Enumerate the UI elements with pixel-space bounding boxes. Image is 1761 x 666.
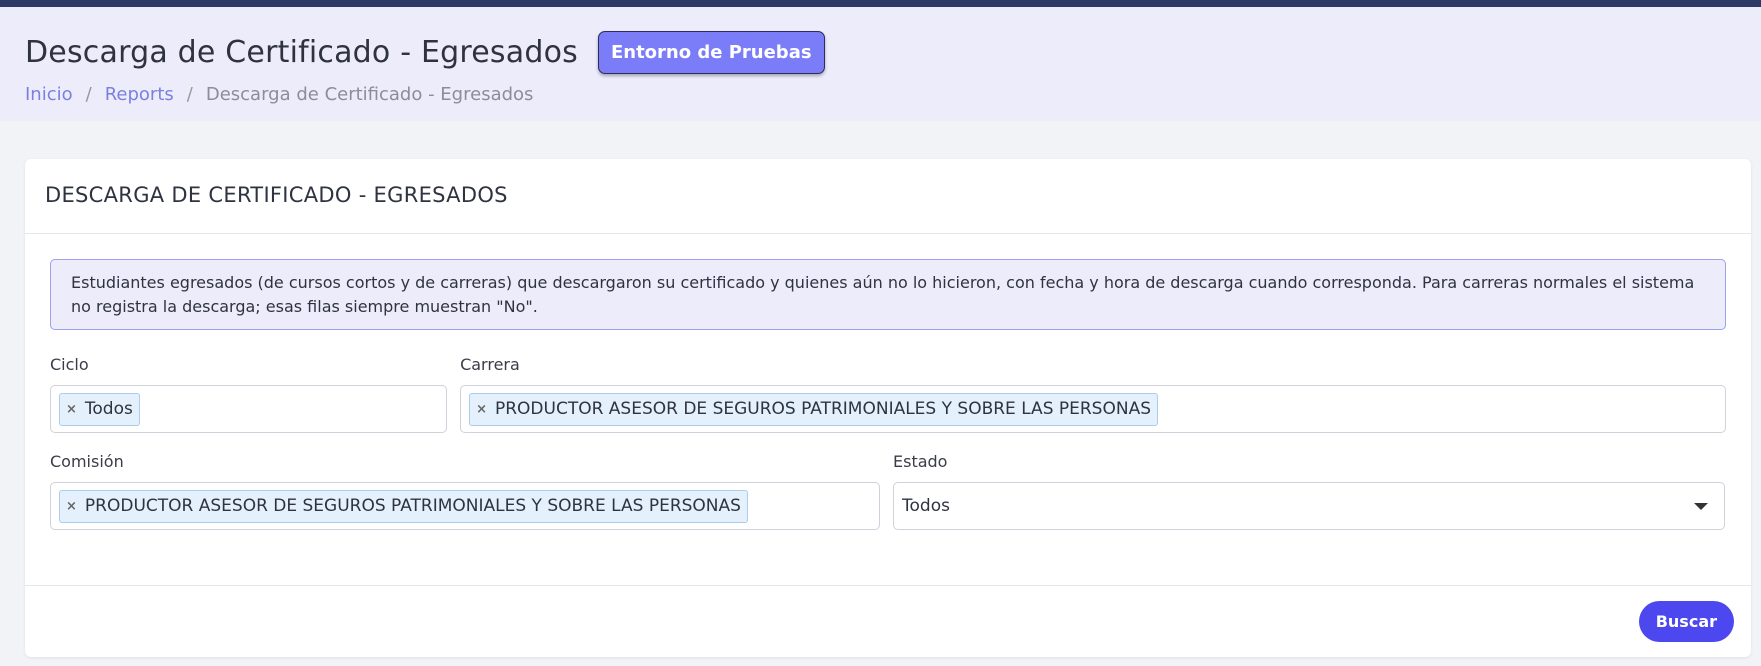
breadcrumb-separator: /: [186, 84, 193, 105]
breadcrumb-current: Descarga de Certificado - Egresados: [205, 84, 534, 105]
estado-selected-value: Todos: [902, 496, 950, 516]
page-header: Descarga de Certificado - Egresados Ento…: [0, 7, 1761, 121]
info-alert: Estudiantes egresados (de cursos cortos …: [50, 259, 1726, 330]
top-bar: [0, 0, 1761, 7]
page-title: Descarga de Certificado - Egresados: [25, 35, 578, 70]
title-row: Descarga de Certificado - Egresados Ento…: [25, 31, 1736, 74]
breadcrumb-home-link[interactable]: Inicio: [25, 84, 73, 105]
ciclo-chip: × Todos: [59, 392, 140, 426]
chevron-down-icon: [1694, 502, 1708, 510]
report-card: DESCARGA DE CERTIFICADO - EGRESADOS Estu…: [25, 159, 1751, 657]
comision-field: Comisión × PRODUCTOR ASESOR DE SEGUROS P…: [50, 452, 880, 530]
environment-badge[interactable]: Entorno de Pruebas: [597, 31, 825, 74]
carrera-chip: × PRODUCTOR ASESOR DE SEGUROS PATRIMONIA…: [469, 392, 1158, 426]
card-title: DESCARGA DE CERTIFICADO - EGRESADOS: [45, 183, 508, 207]
carrera-label: Carrera: [460, 355, 520, 374]
card-body: Estudiantes egresados (de cursos cortos …: [25, 234, 1751, 530]
ciclo-label: Ciclo: [50, 355, 89, 374]
breadcrumb-reports-link[interactable]: Reports: [105, 84, 174, 105]
search-button[interactable]: Buscar: [1638, 601, 1734, 642]
estado-field: Estado Todos: [893, 452, 1725, 530]
carrera-chip-label: PRODUCTOR ASESOR DE SEGUROS PATRIMONIALE…: [494, 399, 1151, 419]
filter-row-2: Comisión × PRODUCTOR ASESOR DE SEGUROS P…: [50, 452, 1726, 530]
remove-icon[interactable]: ×: [66, 499, 77, 514]
ciclo-select[interactable]: × Todos: [50, 385, 448, 433]
comision-chip-label: PRODUCTOR ASESOR DE SEGUROS PATRIMONIALE…: [84, 496, 741, 516]
estado-select[interactable]: Todos: [893, 482, 1725, 530]
comision-label: Comisión: [50, 452, 124, 471]
comision-select[interactable]: × PRODUCTOR ASESOR DE SEGUROS PATRIMONIA…: [50, 482, 880, 530]
carrera-select[interactable]: × PRODUCTOR ASESOR DE SEGUROS PATRIMONIA…: [460, 385, 1726, 433]
ciclo-chip-label: Todos: [84, 399, 133, 419]
comision-chip: × PRODUCTOR ASESOR DE SEGUROS PATRIMONIA…: [59, 489, 748, 523]
remove-icon[interactable]: ×: [66, 402, 77, 417]
ciclo-field: Ciclo × Todos: [50, 355, 448, 433]
breadcrumb-separator: /: [85, 84, 92, 105]
remove-icon[interactable]: ×: [476, 402, 487, 417]
carrera-field: Carrera × PRODUCTOR ASESOR DE SEGUROS PA…: [460, 355, 1726, 433]
card-footer: Buscar: [25, 585, 1751, 657]
breadcrumb: Inicio / Reports / Descarga de Certifica…: [25, 84, 1736, 105]
estado-label: Estado: [893, 452, 948, 471]
card-header: DESCARGA DE CERTIFICADO - EGRESADOS: [25, 159, 1751, 234]
filter-row-1: Ciclo × Todos Carrera × PRODUCTOR ASESOR…: [50, 355, 1726, 433]
